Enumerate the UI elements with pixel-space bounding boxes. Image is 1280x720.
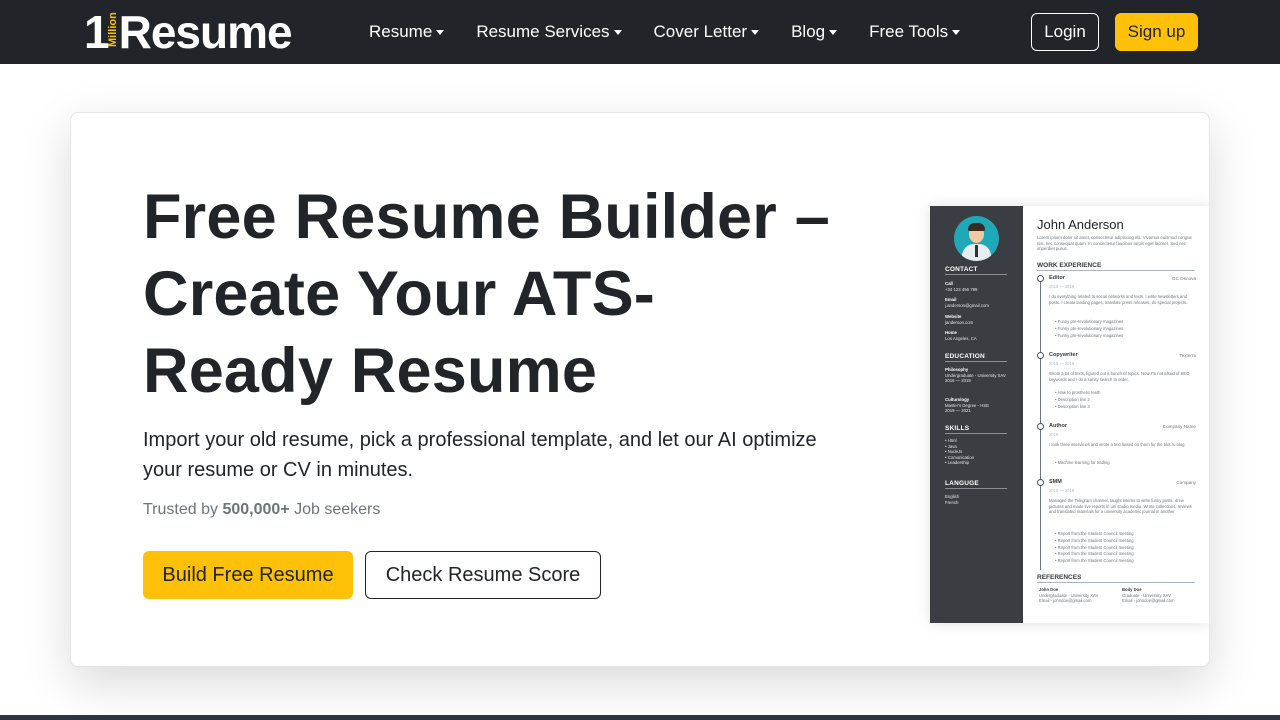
signup-button[interactable]: Sign up (1115, 13, 1198, 51)
nav-free-tools-dropdown[interactable]: Free Tools (869, 22, 961, 42)
resume-sidebar: CONTACT Call +34 123 456 789 Email j.and… (930, 206, 1023, 623)
contact-heading: CONTACT (945, 266, 1007, 275)
timeline-dot (1037, 479, 1044, 486)
caret-down-icon (613, 29, 622, 35)
job-description: I do everything related to social networ… (1049, 294, 1188, 305)
logo-million: Million (106, 12, 119, 47)
job-bullets: • Report from the Student Council meetin… (1055, 531, 1134, 564)
language-heading: LANGUGE (945, 480, 1007, 489)
nav-cover-letter-dropdown[interactable]: Cover Letter (654, 22, 760, 42)
reference-item: Body Doe Graduate - University XAV Email… (1122, 587, 1175, 604)
education-item: Philosophy Undergraduate - University XA… (945, 367, 1006, 384)
contact-call: Call +34 123 456 789 (945, 281, 978, 292)
hero-title: Free Resume Builder – Create Your ATS-Re… (143, 182, 830, 406)
site-logo[interactable]: 1 Million Resume (84, 6, 293, 58)
avatar (954, 216, 999, 261)
top-navbar: 1 Million Resume Resume Resume Services … (0, 0, 1280, 64)
nav-resume-label: Resume (369, 22, 433, 41)
trust-line: Trusted by 500,000+ Job seekers (143, 501, 380, 519)
timeline-dot (1037, 423, 1044, 430)
job-dates: 2019 — 2019 (1049, 284, 1075, 289)
job-company: Company (1176, 480, 1196, 485)
nav-resume-services-dropdown[interactable]: Resume Services (476, 22, 622, 42)
job-bullets: • How to prosthetic teeth • Description … (1055, 390, 1101, 409)
job-dates: 2019 — 2019 (1049, 488, 1075, 493)
nav-resume-dropdown[interactable]: Resume (369, 22, 445, 42)
caret-down-icon (751, 29, 760, 35)
job-description: Wrote a lot of texts, figured out a bunc… (1049, 371, 1190, 382)
work-experience-heading: WORK EXPERIENCE (1037, 262, 1195, 271)
trust-prefix: Trusted by (143, 501, 218, 518)
caret-down-icon (436, 29, 445, 35)
job-description: Managed the Telegram channel, taught int… (1049, 498, 1192, 515)
job-company: GC Osnova (1172, 276, 1196, 281)
resume-main: John Anderson Lorem ipsum dolor sit amet… (1023, 206, 1209, 623)
nav-blog-dropdown[interactable]: Blog (791, 22, 838, 42)
education-item: Culturology Master's Degree - HSE 2019 —… (945, 397, 990, 414)
job-dates: 2019 — 2019 (1049, 361, 1075, 366)
trust-count: 500,000+ (222, 501, 290, 518)
job-bullets: • Funny pre-revolutionary magazines • Fu… (1055, 319, 1124, 338)
references-heading: REFERENCES (1037, 574, 1195, 583)
caret-down-icon (952, 29, 961, 35)
logo-wordmark: Resume (118, 6, 293, 58)
education-heading: EDUCATION (945, 353, 1007, 362)
main-menu: Resume Resume Services Cover Letter Blog… (369, 0, 992, 64)
nav-resume-services-label: Resume Services (476, 22, 610, 41)
logo-digit: 1 (84, 6, 110, 58)
skills-heading: SKILLS (945, 425, 1007, 434)
nav-cover-letter-label: Cover Letter (653, 22, 748, 41)
next-section-edge (0, 715, 1280, 720)
nav-free-tools-label: Free Tools (869, 22, 949, 41)
build-free-resume-button[interactable]: Build Free Resume (143, 551, 353, 599)
job-dates: 2019 (1049, 432, 1059, 437)
hero-subtitle: Import your old resume, pick a professio… (143, 429, 817, 481)
job-description: I took three interviews and wrote a text… (1049, 442, 1186, 447)
skills-list: • Html • Java • NodeJs • Comunication • … (945, 438, 974, 466)
caret-down-icon (829, 29, 838, 35)
reference-item: John Doe Undergraduate - University XAV … (1039, 587, 1099, 604)
job-role: Copywriter (1049, 352, 1078, 358)
timeline-dot (1037, 275, 1044, 282)
contact-email: Email j.anderson@gmail.com (945, 297, 990, 308)
resume-intro: Lorem ipsum dolor sit amet, consectetur … (1037, 235, 1192, 252)
trust-suffix: Job seekers (294, 501, 381, 518)
job-company: Texterra (1179, 353, 1196, 358)
login-button[interactable]: Login (1031, 13, 1099, 51)
timeline-dot (1037, 352, 1044, 359)
job-role: SMM (1049, 479, 1062, 485)
contact-website: Website janderson.com (945, 314, 974, 325)
check-resume-score-button[interactable]: Check Resume Score (365, 551, 601, 599)
hero-card: Free Resume Builder – Create Your ATS-Re… (70, 112, 1210, 667)
resume-template-preview[interactable]: CONTACT Call +34 123 456 789 Email j.and… (930, 206, 1209, 623)
resume-name: John Anderson (1037, 217, 1124, 232)
job-bullets: • Machine learning for trading (1055, 460, 1110, 465)
language-list: English French (945, 494, 960, 505)
contact-home: Home Los Angeles, CA (945, 330, 977, 341)
job-company: Company Name (1162, 424, 1196, 429)
nav-blog-label: Blog (791, 22, 826, 41)
